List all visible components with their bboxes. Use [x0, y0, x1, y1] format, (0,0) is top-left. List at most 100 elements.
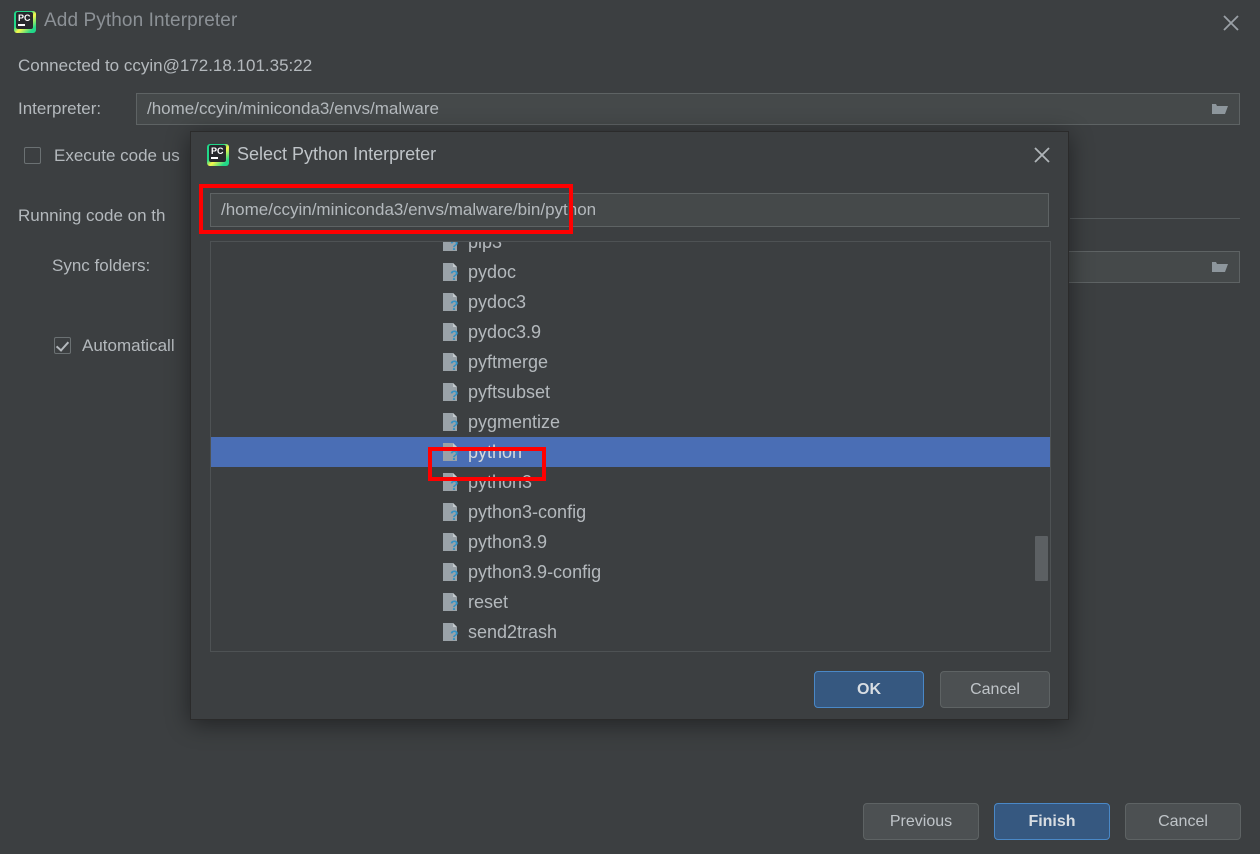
unknown-file-icon: ?: [442, 622, 461, 643]
folder-browse-icon-glyph: [1212, 104, 1228, 114]
svg-text:?: ?: [450, 267, 459, 282]
folder-browse-icon[interactable]: [1211, 101, 1229, 116]
file-list-item[interactable]: ? python3: [211, 467, 1050, 497]
unknown-file-icon-glyph: ?: [443, 533, 459, 553]
interpreter-path-search-value: /home/ccyin/miniconda3/envs/malware/bin/…: [221, 200, 597, 219]
unknown-file-icon-glyph: ?: [443, 263, 459, 283]
file-list-item[interactable]: ? pyftsubset: [211, 377, 1050, 407]
file-list-item-label: python3-config: [468, 501, 587, 522]
file-list-item[interactable]: ? reset: [211, 587, 1050, 617]
svg-text:?: ?: [450, 357, 459, 372]
svg-text:?: ?: [450, 477, 459, 492]
section-divider: [1070, 218, 1240, 219]
unknown-file-icon: ?: [442, 532, 461, 553]
cancel-button[interactable]: Cancel: [1125, 803, 1241, 840]
folder-browse-icon[interactable]: [1211, 259, 1229, 274]
close-icon-glyph: [1223, 15, 1239, 31]
folder-browse-icon-glyph: [1212, 262, 1228, 272]
execute-code-label: Execute code us: [54, 146, 180, 165]
file-list-item-label: python3: [468, 471, 533, 492]
file-list-item[interactable]: ? python3-config: [211, 497, 1050, 527]
previous-button[interactable]: Previous: [863, 803, 979, 840]
interpreter-path-search-input[interactable]: /home/ccyin/miniconda3/envs/malware/bin/…: [210, 193, 1049, 227]
ok-button[interactable]: OK: [814, 671, 924, 708]
file-list-item-label: python3.9-config: [468, 561, 602, 582]
sync-folders-input[interactable]: [1064, 251, 1240, 283]
auto-upload-checkbox[interactable]: [54, 337, 71, 354]
unknown-file-icon-glyph: ?: [443, 293, 459, 313]
unknown-file-icon: ?: [442, 412, 461, 433]
main-titlebar: PC Add Python Interpreter: [0, 0, 1260, 44]
cancel-button[interactable]: Cancel: [940, 671, 1050, 708]
file-list-scrollbar-thumb[interactable]: [1035, 536, 1048, 581]
svg-text:?: ?: [450, 537, 459, 552]
unknown-file-icon: ?: [442, 592, 461, 613]
file-list-item-label: pydoc3.9: [468, 321, 542, 342]
unknown-file-icon: ?: [442, 472, 461, 493]
execute-code-checkbox[interactable]: [24, 147, 41, 164]
file-list-item[interactable]: ? pygmentize: [211, 407, 1050, 437]
svg-text:?: ?: [450, 507, 459, 522]
file-list-item[interactable]: ? python3.9: [211, 527, 1050, 557]
close-icon[interactable]: [1030, 143, 1054, 167]
unknown-file-icon-glyph: ?: [443, 563, 459, 583]
unknown-file-icon-glyph: ?: [443, 623, 459, 643]
file-list-item[interactable]: ? python3.9-config: [211, 557, 1050, 587]
interpreter-label: Interpreter:: [18, 99, 102, 118]
svg-text:?: ?: [450, 567, 459, 582]
unknown-file-icon: ?: [442, 292, 461, 313]
unknown-file-icon: ?: [442, 382, 461, 403]
file-list-item-label: send2trash: [468, 621, 558, 642]
file-list-item[interactable]: ? pip3: [211, 241, 1050, 257]
file-list-item[interactable]: ? pydoc3: [211, 287, 1050, 317]
pycharm-logo-text: PC: [211, 146, 224, 156]
unknown-file-icon-glyph: ?: [443, 503, 459, 523]
svg-text:?: ?: [450, 297, 459, 312]
auto-upload-label: Automaticall: [82, 336, 175, 355]
select-python-interpreter-dialog: PC Select Python Interpreter /home/ccyin…: [190, 131, 1069, 720]
file-list-item-label: pyftsubset: [468, 381, 551, 402]
file-list-item-label: pygmentize: [468, 411, 561, 432]
file-list-item[interactable]: ? pydoc3.9: [211, 317, 1050, 347]
unknown-file-icon-glyph: ?: [443, 473, 459, 493]
file-list-item-label: pip3: [468, 241, 503, 252]
unknown-file-icon: ?: [442, 262, 461, 283]
running-code-label: Running code on th: [18, 206, 166, 225]
file-list-item-label: python: [468, 441, 523, 462]
interpreter-path-input[interactable]: /home/ccyin/miniconda3/envs/malware: [136, 93, 1240, 125]
file-list-item[interactable]: ? pyftmerge: [211, 347, 1050, 377]
unknown-file-icon: ?: [442, 322, 461, 343]
pycharm-logo-text: PC: [18, 13, 31, 23]
file-list-item[interactable]: ? python: [211, 437, 1050, 467]
pycharm-logo-icon: PC: [14, 11, 36, 33]
svg-text:?: ?: [450, 327, 459, 342]
unknown-file-icon-glyph: ?: [443, 593, 459, 613]
pycharm-logo-bar: [211, 157, 218, 159]
file-list-scrollbar[interactable]: [1035, 242, 1048, 651]
svg-text:?: ?: [450, 447, 459, 462]
file-list-item[interactable]: ? send2trash: [211, 617, 1050, 647]
file-list[interactable]: ? pip3 ? pydoc? pydoc3? pydoc3.9? pyftmerge? py…: [210, 241, 1051, 652]
file-list-item-label: python3.9: [468, 531, 548, 552]
close-icon[interactable]: [1218, 10, 1244, 36]
pycharm-logo-icon: PC: [207, 144, 229, 166]
pycharm-logo-bar: [18, 24, 25, 26]
unknown-file-icon-glyph: ?: [443, 241, 459, 253]
svg-text:?: ?: [450, 241, 459, 252]
file-list-item[interactable]: ? pydoc: [211, 257, 1050, 287]
interpreter-path-value: /home/ccyin/miniconda3/envs/malware: [147, 99, 439, 118]
page-title: Add Python Interpreter: [44, 10, 238, 31]
sync-folders-label: Sync folders:: [52, 256, 151, 275]
unknown-file-icon-glyph: ?: [443, 443, 459, 463]
finish-button[interactable]: Finish: [994, 803, 1110, 840]
unknown-file-icon: ?: [442, 241, 461, 253]
svg-text:?: ?: [450, 597, 459, 612]
file-list-item-label: pyftmerge: [468, 351, 549, 372]
unknown-file-icon-glyph: ?: [443, 413, 459, 433]
unknown-file-icon: ?: [442, 562, 461, 583]
unknown-file-icon-glyph: ?: [443, 383, 459, 403]
file-list-item-label: pydoc3: [468, 291, 527, 312]
unknown-file-icon-glyph: ?: [443, 353, 459, 373]
connection-status-text: Connected to ccyin@172.18.101.35:22: [18, 56, 313, 75]
file-list-item-label: reset: [468, 591, 509, 612]
